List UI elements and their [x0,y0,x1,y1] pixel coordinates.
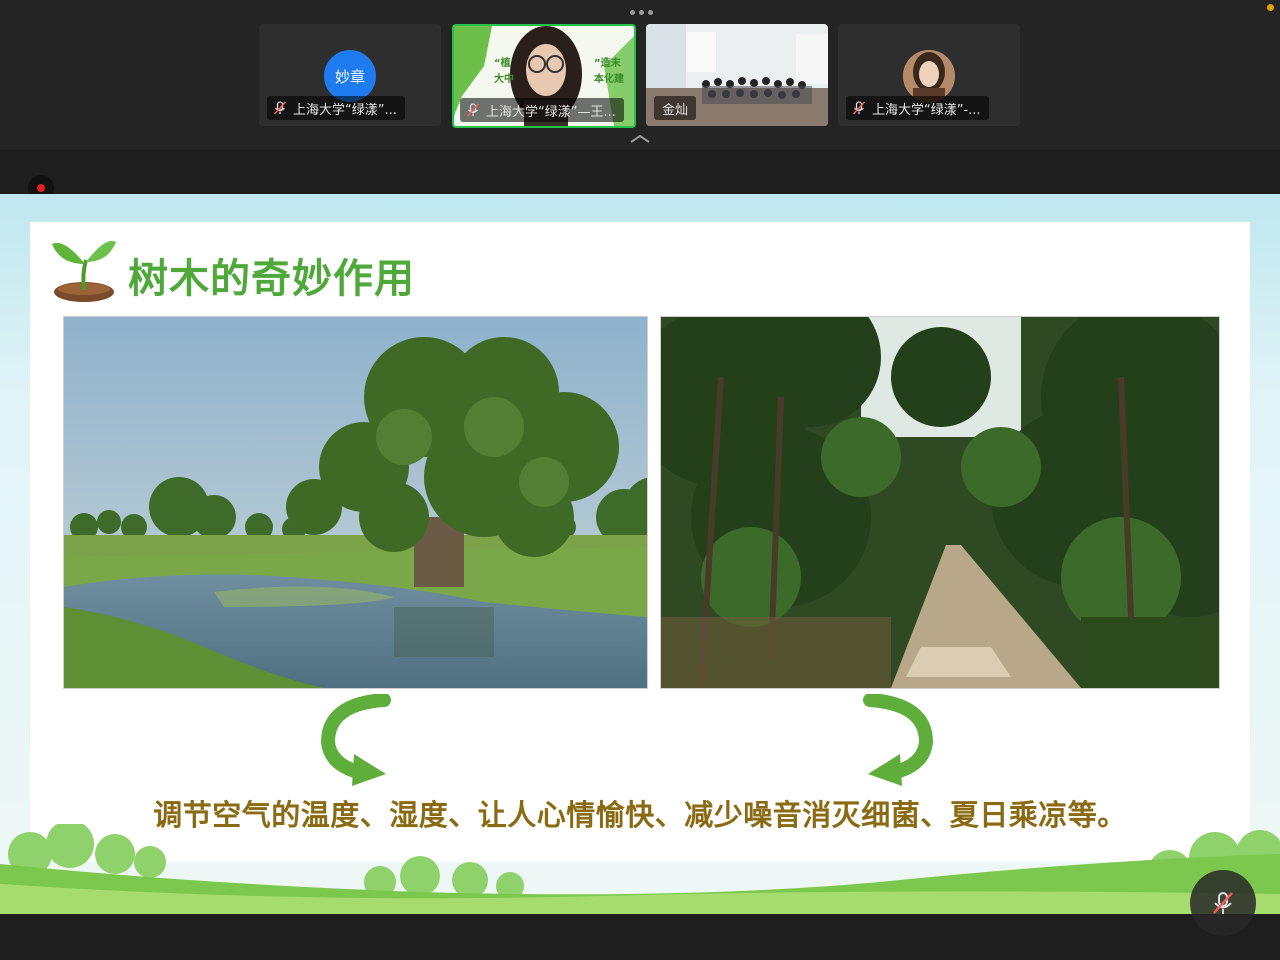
participant-tile[interactable]: 上海大学“绿漾”-... [838,24,1020,126]
tree-lined-path-image [660,316,1220,689]
participant-name: 上海大学“绿漾”... [293,102,397,118]
sprout-icon [52,240,116,302]
large-tree-by-lake-image [63,316,648,689]
mic-off-icon [1213,892,1233,914]
slide-overlay-text: 大中 [494,74,514,85]
participant-name-pill: 上海大学“绿漾”-... [846,96,989,120]
avatar [903,50,955,102]
toolbar-band [0,150,1280,194]
curved-arrow-icon [320,694,391,786]
mic-off-icon [852,101,866,115]
participant-name: 金灿 [662,102,689,118]
participant-tile[interactable]: 妙章 上海大学“绿漾”... [259,24,441,126]
participant-tile[interactable]: 金灿 [646,24,828,126]
participant-name-pill: 金灿 [654,96,697,120]
participant-name-pill: 上海大学“绿漾”—王... [460,98,624,122]
curved-arrow-icon [863,694,934,786]
decorative-hills [0,824,1280,914]
participant-tile-active[interactable]: “植 ”造末 大中 本化建 上海大学“绿漾”—王... [452,24,636,128]
status-dot [1267,4,1274,11]
participant-name: 上海大学“绿漾”—王... [486,104,616,120]
more-dots-icon[interactable] [626,6,656,18]
avatar-text: 妙章 [334,67,365,86]
chevron-up-icon[interactable] [629,134,651,144]
participant-name: 上海大学“绿漾”-... [872,102,981,118]
mic-off-icon [273,101,287,115]
mic-off-button[interactable] [1190,870,1256,936]
mic-off-icon [466,103,480,117]
avatar: 妙章 [324,50,376,102]
participant-strip: 妙章 上海大学“绿漾”... “植 ”造末 大中 本化建 上海大学“绿漾”—王.… [0,0,1280,150]
bottom-bar [0,914,1280,960]
shared-slide: 树木的奇妙作用 调节空气的温度、湿度、让人心情愉快、减少噪音消灭细菌、夏日乘凉等… [0,194,1280,914]
slide-title: 树木的奇妙作用 [128,256,415,302]
participant-name-pill: 上海大学“绿漾”... [267,96,405,120]
slide-overlay-text: “植 [494,58,511,69]
slide-overlay-text: 本化建 [594,74,624,85]
slide-overlay-text: ”造末 [594,58,621,69]
